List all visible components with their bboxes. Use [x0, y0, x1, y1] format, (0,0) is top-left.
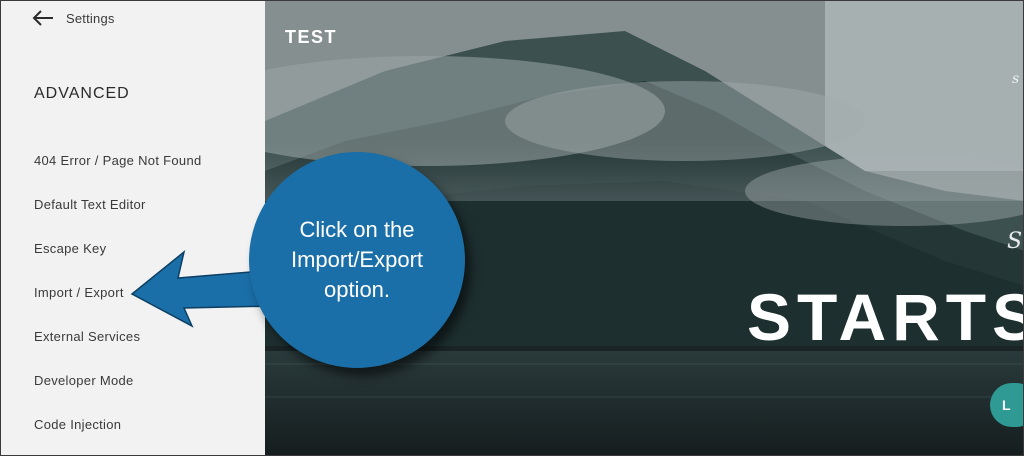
hero-script-text: St — [1007, 229, 1023, 254]
hero-heading: STARTS — [747, 280, 1024, 354]
settings-sidebar: Settings ADVANCED 404 Error / Page Not F… — [1, 1, 265, 455]
hero-top-script-text: s — [1012, 71, 1020, 87]
instruction-text: Click on the Import/Export option. — [290, 217, 424, 302]
arrow-left-icon — [32, 10, 54, 26]
menu-item-404-error[interactable]: 404 Error / Page Not Found — [34, 149, 202, 193]
menu-item-developer-mode[interactable]: Developer Mode — [34, 369, 202, 413]
app-window: Settings ADVANCED 404 Error / Page Not F… — [0, 0, 1024, 456]
instruction-callout: Click on the Import/Export option. — [249, 152, 465, 368]
site-title: TEST — [285, 27, 338, 47]
menu-item-code-injection[interactable]: Code Injection — [34, 413, 202, 455]
section-title: ADVANCED — [34, 85, 130, 102]
back-to-settings-button[interactable]: Settings — [32, 8, 115, 28]
back-label: Settings — [66, 10, 115, 26]
menu-item-default-text-editor[interactable]: Default Text Editor — [34, 193, 202, 237]
